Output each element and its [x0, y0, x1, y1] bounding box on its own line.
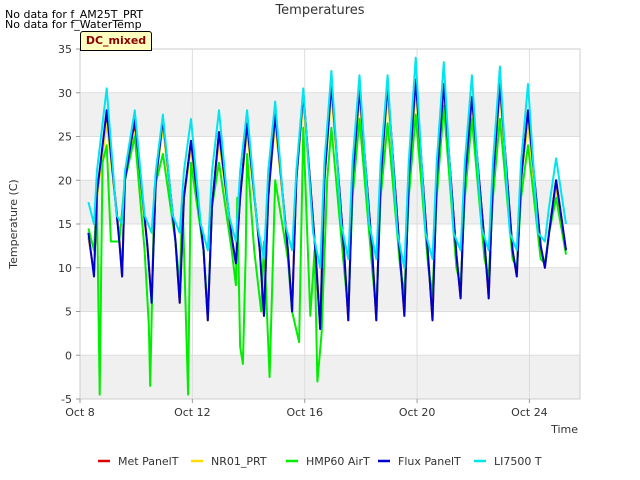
x-tick-label: Oct 16	[286, 406, 323, 419]
x-tick-label: Oct 20	[399, 406, 436, 419]
legend-label: Met PanelT	[118, 455, 179, 468]
y-tick-label: 5	[65, 306, 72, 319]
x-axis-label: Time	[550, 423, 578, 436]
y-axis: -5 0 5 10 15 20 25 30 35	[58, 43, 80, 406]
legend-label: Flux PanelT	[398, 455, 461, 468]
x-axis: Oct 8 Oct 12 Oct 16 Oct 20 Oct 24	[65, 399, 548, 419]
y-tick-label: 10	[58, 262, 72, 275]
legend-label: LI7500 T	[494, 455, 542, 468]
y-tick-label: 15	[58, 218, 72, 231]
y-tick-label: 35	[58, 43, 72, 56]
y-tick-label: 20	[58, 174, 72, 187]
y-axis-label: Temperature (C)	[7, 179, 20, 269]
no-data-note: No data for f_WaterTemp	[5, 18, 142, 31]
legend-label: NR01_PRT	[211, 455, 267, 468]
y-tick-label: 25	[58, 131, 72, 144]
dc-mixed-badge: DC_mixed	[80, 31, 152, 51]
x-tick-label: Oct 8	[65, 406, 95, 419]
y-tick-label: 30	[58, 87, 72, 100]
y-tick-label: -5	[61, 393, 72, 406]
legend-label: HMP60 AirT	[306, 455, 370, 468]
x-tick-label: Oct 24	[511, 406, 548, 419]
y-tick-label: 0	[65, 349, 72, 362]
x-tick-label: Oct 12	[174, 406, 211, 419]
chart-title: Temperatures	[274, 3, 364, 18]
temperature-chart: -5 0 5 10 15 20 25 30 35 Oct 8 Oct 12 Oct 16 Oct 20…	[7, 3, 581, 468]
legend: Met PanelT NR01_PRT HMP60 AirT Flux PanelT L…	[98, 455, 542, 468]
plot-band	[80, 267, 580, 312]
plot-band	[80, 355, 580, 399]
